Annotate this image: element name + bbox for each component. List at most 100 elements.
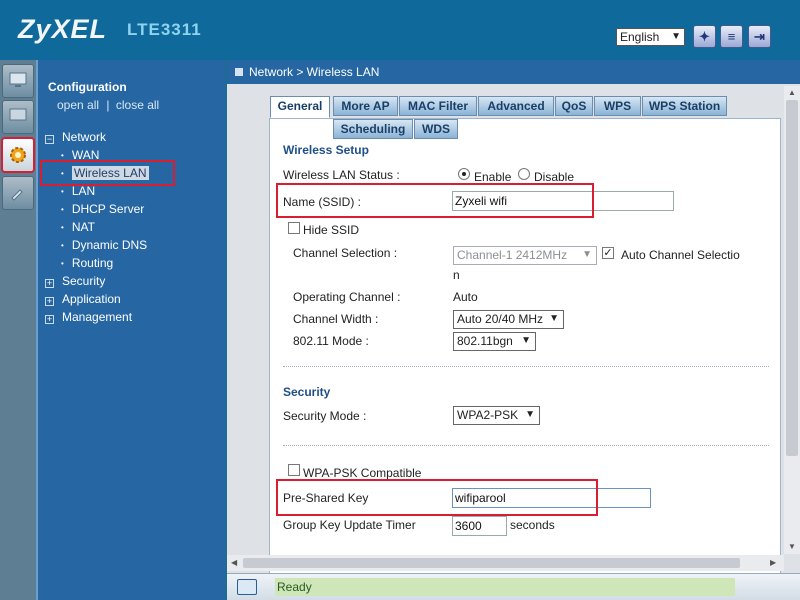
nav-node-management[interactable]: + Management — [45, 310, 132, 326]
tab-wps-station[interactable]: WPS Station — [642, 96, 727, 116]
chevron-down-icon: ▼ — [671, 31, 681, 42]
tab-general[interactable]: General — [270, 96, 330, 118]
wlan-status-label: Wireless LAN Status : — [283, 168, 400, 182]
nav-expand-links: open all | close all — [57, 98, 159, 112]
psk-input[interactable]: wifiparool — [452, 488, 651, 508]
nav-item-wireless-lan[interactable]: • Wireless LAN — [61, 166, 149, 182]
nav-item-routing[interactable]: • Routing — [61, 256, 113, 272]
chevron-down-icon: ▼ — [582, 249, 592, 260]
nav-node-network[interactable]: − Network — [45, 130, 106, 146]
mode-select[interactable]: 802.11bgn ▼ — [453, 332, 536, 351]
nav-item-wan[interactable]: • WAN — [61, 148, 99, 164]
psk-label: Pre-Shared Key — [283, 491, 369, 505]
bullet-icon: • — [61, 169, 64, 178]
expand-icon: + — [45, 296, 54, 306]
operating-channel-label: Operating Channel : — [293, 290, 401, 304]
navigation-panel: Configuration open all | close all − Netw… — [36, 60, 225, 600]
bullet-icon: • — [61, 223, 64, 232]
chevron-down-icon: ▼ — [521, 335, 531, 346]
nav-item-nat[interactable]: • NAT — [61, 220, 95, 236]
enable-radio[interactable] — [458, 168, 470, 180]
security-mode-label: Security Mode : — [283, 409, 367, 423]
bullet-icon: • — [61, 241, 64, 250]
tab-wds[interactable]: WDS — [414, 119, 458, 139]
enable-label: Enable — [474, 170, 512, 184]
auto-channel-checkbox[interactable]: ✓ — [602, 247, 614, 259]
disable-radio[interactable] — [518, 168, 530, 180]
divider — [283, 366, 769, 367]
channel-width-select[interactable]: Auto 20/40 MHz ▼ — [453, 310, 564, 329]
about-icon[interactable]: ≡ — [720, 25, 743, 48]
horizontal-scrollbar[interactable]: ◀ ▶ — [227, 555, 784, 571]
wpa-psk-compatible-checkbox[interactable] — [288, 464, 300, 476]
bullet-icon: • — [61, 187, 64, 196]
maintenance-icon[interactable] — [2, 176, 34, 210]
chevron-down-icon: ▼ — [525, 409, 535, 420]
section-title-security: Security — [283, 385, 331, 399]
tab-advanced[interactable]: Advanced — [478, 96, 554, 116]
security-mode-select[interactable]: WPA2-PSK ▼ — [453, 406, 540, 425]
horizontal-scroll-thumb[interactable] — [243, 558, 740, 568]
group-key-input[interactable]: 3600 — [452, 516, 507, 536]
language-value: English — [620, 30, 660, 44]
expand-icon: + — [45, 314, 54, 324]
disable-label: Disable — [534, 170, 575, 184]
section-title-wireless-setup: Wireless Setup — [283, 143, 369, 157]
scroll-up-icon[interactable]: ▲ — [788, 88, 796, 97]
tab-qos[interactable]: QoS — [555, 96, 593, 116]
status-monitor-icon[interactable] — [2, 64, 34, 98]
bullet-icon: • — [61, 259, 64, 268]
configuration-gear-icon[interactable] — [2, 138, 34, 172]
model-name: LTE3311 — [127, 20, 202, 39]
mode-label: 802.11 Mode : — [293, 334, 369, 348]
collapse-icon: − — [45, 134, 54, 144]
open-all-link[interactable]: open all — [57, 98, 99, 112]
monitor-icon[interactable] — [2, 100, 34, 134]
breadcrumb: Network > Wireless LAN — [227, 60, 800, 84]
nav-node-application[interactable]: + Application — [45, 292, 121, 308]
nav-link-separator: | — [106, 98, 110, 112]
ssid-label: Name (SSID) : — [283, 195, 362, 209]
nav-title: Configuration — [48, 80, 127, 94]
language-select[interactable]: English ▼ — [616, 28, 685, 46]
wizard-icon[interactable]: ✦ — [693, 25, 716, 48]
nav-item-dynamic-dns[interactable]: • Dynamic DNS — [61, 238, 147, 254]
scroll-down-icon[interactable]: ▼ — [788, 542, 796, 551]
page-icon — [235, 68, 243, 76]
channel-selection-select[interactable]: Channel-1 2412MHz ▼ — [453, 246, 597, 265]
status-text: Ready — [275, 578, 735, 596]
brand-logo: ZyXEL — [18, 14, 108, 44]
ssid-input[interactable]: Zyxeli wifi — [452, 191, 674, 211]
auto-channel-label: Auto Channel Selectio — [621, 248, 740, 262]
operating-channel-value: Auto — [453, 290, 478, 304]
vertical-scroll-thumb[interactable] — [786, 100, 798, 456]
scroll-right-icon[interactable]: ▶ — [770, 558, 776, 567]
tab-mac-filter[interactable]: MAC Filter — [399, 96, 477, 116]
scroll-left-icon[interactable]: ◀ — [231, 558, 237, 567]
close-all-link[interactable]: close all — [116, 98, 159, 112]
tab-scheduling[interactable]: Scheduling — [333, 119, 413, 139]
wpa-psk-compatible-label: WPA-PSK Compatible — [303, 466, 422, 480]
expand-icon: + — [45, 278, 54, 288]
group-key-label: Group Key Update Timer — [283, 518, 416, 532]
vertical-scrollbar[interactable]: ▲ ▼ — [784, 86, 800, 554]
tab-wps[interactable]: WPS — [594, 96, 641, 116]
bullet-icon: • — [61, 205, 64, 214]
message-icon — [237, 579, 257, 595]
group-key-unit: seconds — [510, 518, 555, 532]
tab-more-ap[interactable]: More AP — [333, 96, 398, 116]
auto-channel-label-wrap: n — [453, 268, 460, 282]
app-header: ZyXEL LTE3311 English ▼ ✦ ≡ ⇥ — [0, 0, 800, 60]
bullet-icon: • — [61, 151, 64, 160]
hide-ssid-checkbox[interactable] — [288, 222, 300, 234]
chevron-down-icon: ▼ — [549, 313, 559, 324]
nav-node-security[interactable]: + Security — [45, 274, 105, 290]
nav-item-dhcp-server[interactable]: • DHCP Server — [61, 202, 144, 218]
hide-ssid-label: Hide SSID — [303, 223, 360, 237]
divider — [283, 445, 769, 446]
logout-icon[interactable]: ⇥ — [748, 25, 771, 48]
status-bar: Ready — [227, 573, 800, 600]
channel-selection-label: Channel Selection : — [293, 246, 398, 260]
channel-width-label: Channel Width : — [293, 312, 379, 326]
nav-item-lan[interactable]: • LAN — [61, 184, 95, 200]
